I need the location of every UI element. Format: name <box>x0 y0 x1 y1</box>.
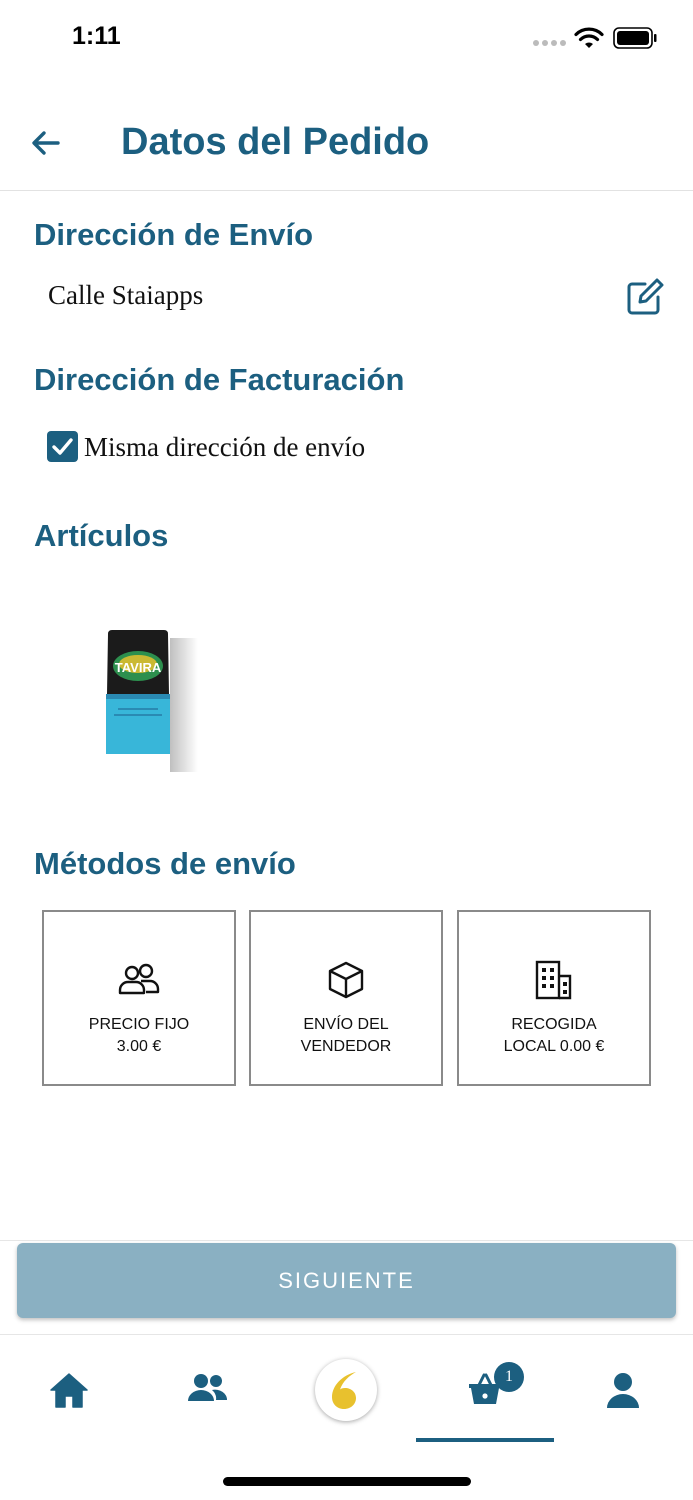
logo-icon <box>332 1372 356 1409</box>
status-bar: 1:11 <box>0 0 693 80</box>
users-icon <box>118 963 160 995</box>
shipping-method-local-pickup[interactable]: RECOGIDA LOCAL 0.00 € <box>457 910 651 1086</box>
box-icon <box>328 961 364 999</box>
cart-badge: 1 <box>494 1362 524 1392</box>
app-header: Datos del Pedido <box>0 95 693 191</box>
nav-profile[interactable] <box>554 1355 692 1445</box>
arrow-left-icon[interactable] <box>28 125 64 161</box>
profile-icon <box>607 1373 639 1408</box>
battery-icon <box>613 27 657 49</box>
shipping-method-label: RECOGIDA LOCAL 0.00 € <box>503 1016 605 1055</box>
shipping-methods-title: Métodos de envío <box>34 846 296 881</box>
edit-icon[interactable] <box>626 278 664 316</box>
home-icon <box>50 1373 88 1408</box>
shipping-method-label: ENVÍO DEL VENDEDOR <box>300 1016 392 1055</box>
nav-community[interactable] <box>138 1355 276 1445</box>
articles-title: Artículos <box>34 518 169 553</box>
next-button-area: SIGUIENTE <box>0 1240 693 1336</box>
nav-logo[interactable] <box>315 1359 377 1421</box>
home-indicator <box>223 1477 471 1486</box>
shipping-method-seller[interactable]: ENVÍO DEL VENDEDOR <box>249 910 443 1086</box>
status-time: 1:11 <box>72 22 121 50</box>
product-brand: TAVIRA <box>115 660 162 675</box>
page-title: Datos del Pedido <box>121 121 430 163</box>
users-icon <box>188 1374 228 1401</box>
building-icon <box>535 960 572 1000</box>
same-address-checkbox[interactable] <box>47 431 78 462</box>
nav-cart[interactable] <box>416 1355 554 1445</box>
shipping-method-label: PRECIO FIJO 3.00 € <box>88 1016 190 1055</box>
product-image[interactable]: TAVIRA <box>94 622 204 772</box>
wifi-icon <box>574 27 604 48</box>
same-address-label: Misma dirección de envío <box>84 432 366 462</box>
bottom-nav <box>0 1334 693 1500</box>
shipping-address-title: Dirección de Envío <box>34 217 314 252</box>
next-button[interactable]: SIGUIENTE <box>17 1243 676 1318</box>
check-icon <box>52 438 73 455</box>
shipping-address-value: Calle Staiapps <box>48 280 204 310</box>
nav-home[interactable] <box>0 1355 138 1445</box>
shipping-method-flat-rate[interactable]: PRECIO FIJO 3.00 € <box>42 910 236 1086</box>
active-tab-indicator <box>416 1438 554 1442</box>
billing-address-title: Dirección de Facturación <box>34 362 405 397</box>
signal-icon <box>533 40 566 46</box>
